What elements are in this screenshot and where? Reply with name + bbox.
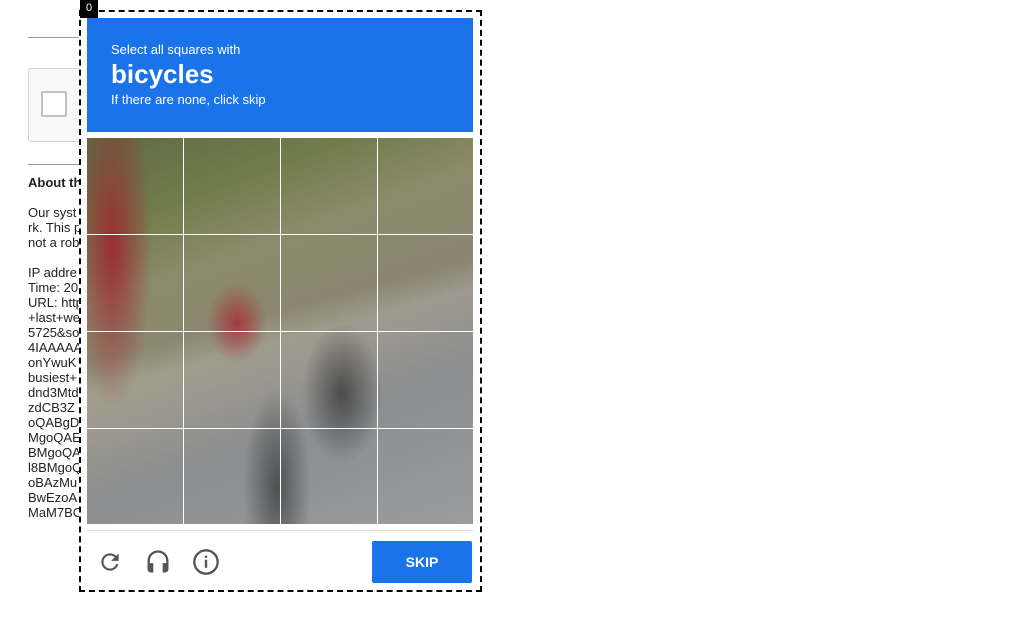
help-button[interactable] [191, 547, 221, 577]
audio-challenge-button[interactable] [143, 547, 173, 577]
image-tile-r3c1[interactable] [86, 331, 184, 429]
hint-text: If there are none, click skip [111, 92, 266, 107]
image-tile-r1c2[interactable] [183, 137, 281, 235]
challenge-header: Select all squares with bicycles If ther… [87, 18, 473, 132]
image-tile-r2c2[interactable] [183, 234, 281, 332]
frame-index-tag: 0 [80, 0, 98, 18]
target-object: bicycles [111, 59, 214, 89]
image-tile-r2c1[interactable] [86, 234, 184, 332]
image-tile-r4c3[interactable] [280, 428, 378, 526]
divider-top [28, 37, 80, 38]
image-tile-r1c1[interactable] [86, 137, 184, 235]
toolbar-divider [87, 530, 473, 531]
instruction-text: Select all squares with [111, 42, 241, 57]
image-tile-r1c3[interactable] [280, 137, 378, 235]
reload-button[interactable] [95, 547, 125, 577]
image-tile-r4c2[interactable] [183, 428, 281, 526]
image-tile-r4c4[interactable] [377, 428, 475, 526]
divider-bottom [28, 164, 80, 165]
image-tile-r2c3[interactable] [280, 234, 378, 332]
headphones-icon [147, 550, 169, 573]
recaptcha-checkbox[interactable] [41, 91, 67, 117]
reload-icon [101, 553, 119, 571]
about-heading: About th [28, 175, 82, 190]
image-grid [86, 137, 475, 526]
image-tile-r3c4[interactable] [377, 331, 475, 429]
image-tile-r1c4[interactable] [377, 137, 475, 235]
skip-button[interactable]: SKIP [372, 541, 472, 583]
image-tile-r4c1[interactable] [86, 428, 184, 526]
image-tile-r3c3[interactable] [280, 331, 378, 429]
image-tile-r2c4[interactable] [377, 234, 475, 332]
image-tile-r3c2[interactable] [183, 331, 281, 429]
info-icon [193, 549, 219, 575]
